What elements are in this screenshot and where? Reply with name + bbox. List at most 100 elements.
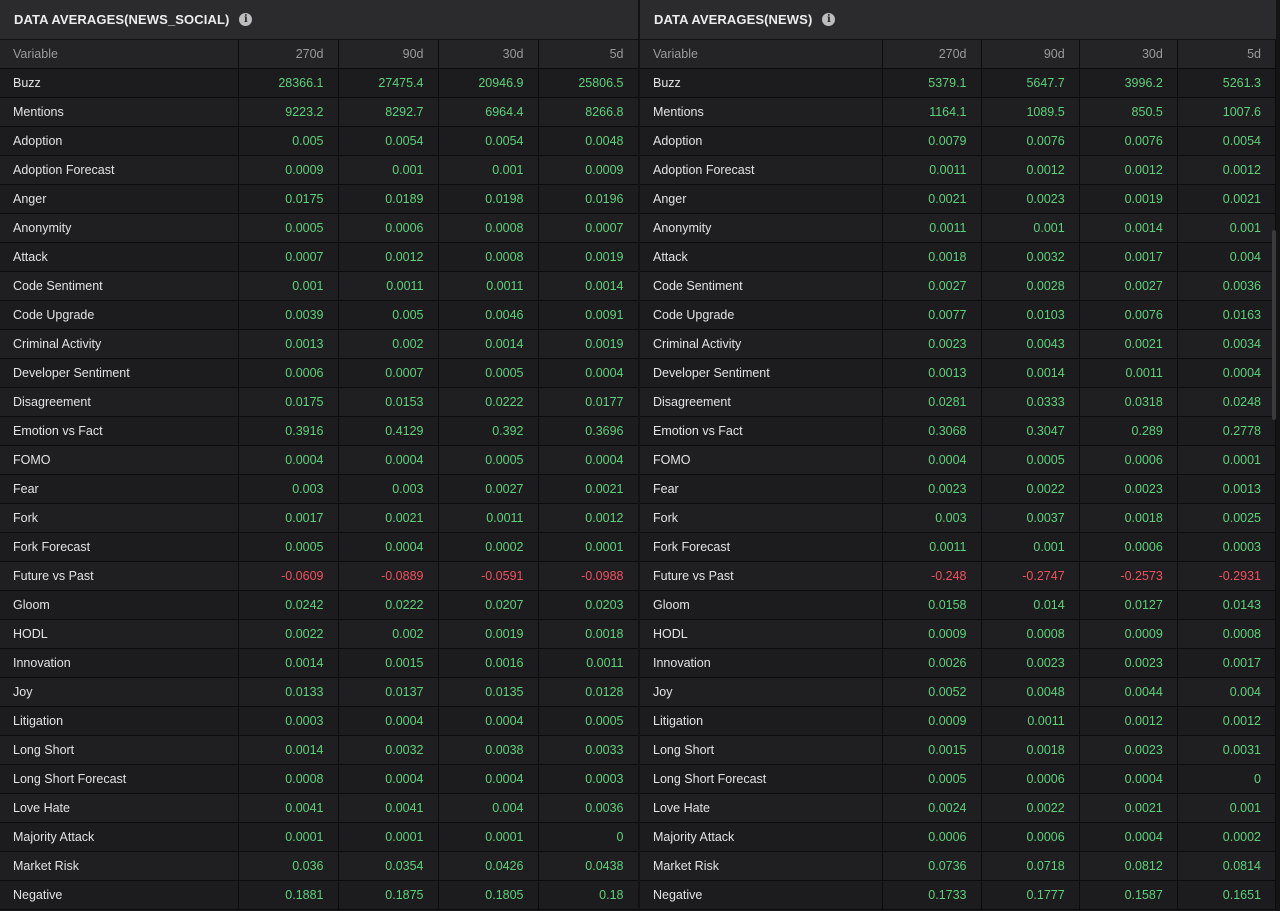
table-row[interactable]: FOMO 0.0004 0.0004 0.0005 0.0004: [0, 445, 638, 475]
table-row[interactable]: Adoption Forecast 0.0009 0.001 0.001 0.0009: [0, 155, 638, 185]
column-header-270d[interactable]: 270d: [882, 40, 982, 69]
table-row[interactable]: Long Short 0.0015 0.0018 0.0023 0.0031: [640, 735, 1276, 765]
table-row[interactable]: Majority Attack 0.0001 0.0001 0.0001 0: [0, 822, 638, 852]
table-row[interactable]: Majority Attack 0.0006 0.0006 0.0004 0.0002: [640, 822, 1276, 852]
value-cell: 0.0019: [538, 329, 638, 359]
panel-title: DATA AVERAGES(NEWS_SOCIAL): [14, 12, 230, 27]
value-cell: 0.0021: [1079, 329, 1178, 359]
value-cell: 0.0354: [338, 851, 439, 881]
value-cell: 28366.1: [238, 68, 339, 98]
table-row[interactable]: Anger 0.0175 0.0189 0.0198 0.0196: [0, 184, 638, 214]
table-row[interactable]: Fear 0.0023 0.0022 0.0023 0.0013: [640, 474, 1276, 504]
table-row[interactable]: FOMO 0.0004 0.0005 0.0006 0.0001: [640, 445, 1276, 475]
value-cell: 0.0027: [1079, 271, 1178, 301]
table-row[interactable]: Anonymity 0.0011 0.001 0.0014 0.001: [640, 213, 1276, 243]
variable-name: Fork Forecast: [0, 532, 239, 562]
value-cell: 0.392: [438, 416, 539, 446]
column-header-90d[interactable]: 90d: [981, 40, 1080, 69]
table-row[interactable]: Fork Forecast 0.0005 0.0004 0.0002 0.0001: [0, 532, 638, 562]
table-row[interactable]: Fear 0.003 0.003 0.0027 0.0021: [0, 474, 638, 504]
table-row[interactable]: Long Short Forecast 0.0008 0.0004 0.0004 0.0…: [0, 764, 638, 794]
value-cell: 0.0048: [981, 677, 1080, 707]
table-row[interactable]: Developer Sentiment 0.0013 0.0014 0.0011 0.0…: [640, 358, 1276, 388]
table-row[interactable]: Disagreement 0.0281 0.0333 0.0318 0.0248: [640, 387, 1276, 417]
table-row[interactable]: Market Risk 0.0736 0.0718 0.0812 0.0814: [640, 851, 1276, 881]
value-cell: 0.0009: [238, 155, 339, 185]
info-icon[interactable]: i: [239, 13, 253, 26]
variable-name: Innovation: [640, 648, 884, 678]
table-row[interactable]: Long Short Forecast 0.0005 0.0006 0.0004 0: [640, 764, 1276, 794]
column-header-30d[interactable]: 30d: [1079, 40, 1178, 69]
table-row[interactable]: Code Upgrade 0.0077 0.0103 0.0076 0.0163: [640, 300, 1276, 330]
value-cell: 0.0005: [238, 532, 339, 562]
table-row[interactable]: Fork 0.003 0.0037 0.0018 0.0025: [640, 503, 1276, 533]
variable-name: Adoption: [0, 126, 239, 156]
table-row[interactable]: Emotion vs Fact 0.3068 0.3047 0.289 0.2778: [640, 416, 1276, 446]
table-row[interactable]: Gloom 0.0158 0.014 0.0127 0.0143: [640, 590, 1276, 620]
table-row[interactable]: Code Sentiment 0.001 0.0011 0.0011 0.0014: [0, 271, 638, 301]
table-row[interactable]: Attack 0.0018 0.0032 0.0017 0.004: [640, 242, 1276, 272]
table-row[interactable]: Innovation 0.0026 0.0023 0.0023 0.0017: [640, 648, 1276, 678]
table-row[interactable]: Criminal Activity 0.0023 0.0043 0.0021 0.003…: [640, 329, 1276, 359]
value-cell: 0.3696: [538, 416, 638, 446]
table-row[interactable]: Future vs Past -0.248 -0.2747 -0.2573 -0.293…: [640, 561, 1276, 591]
table-row[interactable]: Mentions 1164.1 1089.5 850.5 1007.6: [640, 97, 1276, 127]
table-row[interactable]: Buzz 5379.1 5647.7 3996.2 5261.3: [640, 68, 1276, 98]
table-row[interactable]: Long Short 0.0014 0.0032 0.0038 0.0033: [0, 735, 638, 765]
table-row[interactable]: Buzz 28366.1 27475.4 20946.9 25806.5: [0, 68, 638, 98]
value-cell: 0.0015: [882, 735, 982, 765]
column-header-90d[interactable]: 90d: [338, 40, 439, 69]
column-header-5d[interactable]: 5d: [1177, 40, 1276, 69]
table-row[interactable]: Joy 0.0133 0.0137 0.0135 0.0128: [0, 677, 638, 707]
table-row[interactable]: Market Risk 0.036 0.0354 0.0426 0.0438: [0, 851, 638, 881]
value-cell: 0.0812: [1079, 851, 1178, 881]
table-row[interactable]: Litigation 0.0003 0.0004 0.0004 0.0005: [0, 706, 638, 736]
variable-name: Litigation: [0, 706, 239, 736]
value-cell: 0.0021: [1079, 793, 1178, 823]
column-header-270d[interactable]: 270d: [238, 40, 339, 69]
table-row[interactable]: HODL 0.0022 0.002 0.0019 0.0018: [0, 619, 638, 649]
table-row[interactable]: Anger 0.0021 0.0023 0.0019 0.0021: [640, 184, 1276, 214]
table-row[interactable]: Negative 0.1881 0.1875 0.1805 0.18: [0, 880, 638, 910]
table-row[interactable]: Gloom 0.0242 0.0222 0.0207 0.0203: [0, 590, 638, 620]
table-row[interactable]: Innovation 0.0014 0.0015 0.0016 0.0011: [0, 648, 638, 678]
value-cell: 0.0009: [538, 155, 638, 185]
value-cell: 0.0011: [981, 706, 1080, 736]
table-row[interactable]: Code Upgrade 0.0039 0.005 0.0046 0.0091: [0, 300, 638, 330]
table-row[interactable]: Code Sentiment 0.0027 0.0028 0.0027 0.0036: [640, 271, 1276, 301]
table-row[interactable]: Joy 0.0052 0.0048 0.0044 0.004: [640, 677, 1276, 707]
table-row[interactable]: Developer Sentiment 0.0006 0.0007 0.0005 0.0…: [0, 358, 638, 388]
value-cell: 0.0013: [1177, 474, 1276, 504]
column-header-30d[interactable]: 30d: [438, 40, 539, 69]
info-icon[interactable]: i: [822, 13, 836, 26]
table-row[interactable]: Fork Forecast 0.0011 0.001 0.0006 0.0003: [640, 532, 1276, 562]
variable-name: Disagreement: [640, 387, 884, 417]
variable-name: Joy: [640, 677, 884, 707]
value-cell: 0.0018: [1079, 503, 1178, 533]
column-header-variable[interactable]: Variable: [0, 40, 239, 69]
table-row[interactable]: Criminal Activity 0.0013 0.002 0.0014 0.0019: [0, 329, 638, 359]
table-row[interactable]: Attack 0.0007 0.0012 0.0008 0.0019: [0, 242, 638, 272]
table-row[interactable]: Love Hate 0.0024 0.0022 0.0021 0.001: [640, 793, 1276, 823]
value-cell: 0.001: [438, 155, 539, 185]
table-row[interactable]: Love Hate 0.0041 0.0041 0.004 0.0036: [0, 793, 638, 823]
value-cell: 0.005: [238, 126, 339, 156]
value-cell: 0.0026: [882, 648, 982, 678]
table-row[interactable]: Adoption 0.0079 0.0076 0.0076 0.0054: [640, 126, 1276, 156]
column-header-variable[interactable]: Variable: [640, 40, 884, 69]
table-row[interactable]: HODL 0.0009 0.0008 0.0009 0.0008: [640, 619, 1276, 649]
table-row[interactable]: Emotion vs Fact 0.3916 0.4129 0.392 0.3696: [0, 416, 638, 446]
table-row[interactable]: Adoption Forecast 0.0011 0.0012 0.0012 0.001…: [640, 155, 1276, 185]
table-row[interactable]: Future vs Past -0.0609 -0.0889 -0.0591 -0.09…: [0, 561, 638, 591]
table-row[interactable]: Litigation 0.0009 0.0011 0.0012 0.0012: [640, 706, 1276, 736]
variable-name: Innovation: [0, 648, 239, 678]
table-row[interactable]: Mentions 9223.2 8292.7 6964.4 8266.8: [0, 97, 638, 127]
variable-name: Joy: [0, 677, 239, 707]
table-row[interactable]: Fork 0.0017 0.0021 0.0011 0.0012: [0, 503, 638, 533]
table-row[interactable]: Anonymity 0.0005 0.0006 0.0008 0.0007: [0, 213, 638, 243]
table-row[interactable]: Disagreement 0.0175 0.0153 0.0222 0.0177: [0, 387, 638, 417]
column-header-5d[interactable]: 5d: [538, 40, 638, 69]
table-row[interactable]: Negative 0.1733 0.1777 0.1587 0.1651: [640, 880, 1276, 910]
table-row[interactable]: Adoption 0.005 0.0054 0.0054 0.0048: [0, 126, 638, 156]
value-cell: 0.0207: [438, 590, 539, 620]
